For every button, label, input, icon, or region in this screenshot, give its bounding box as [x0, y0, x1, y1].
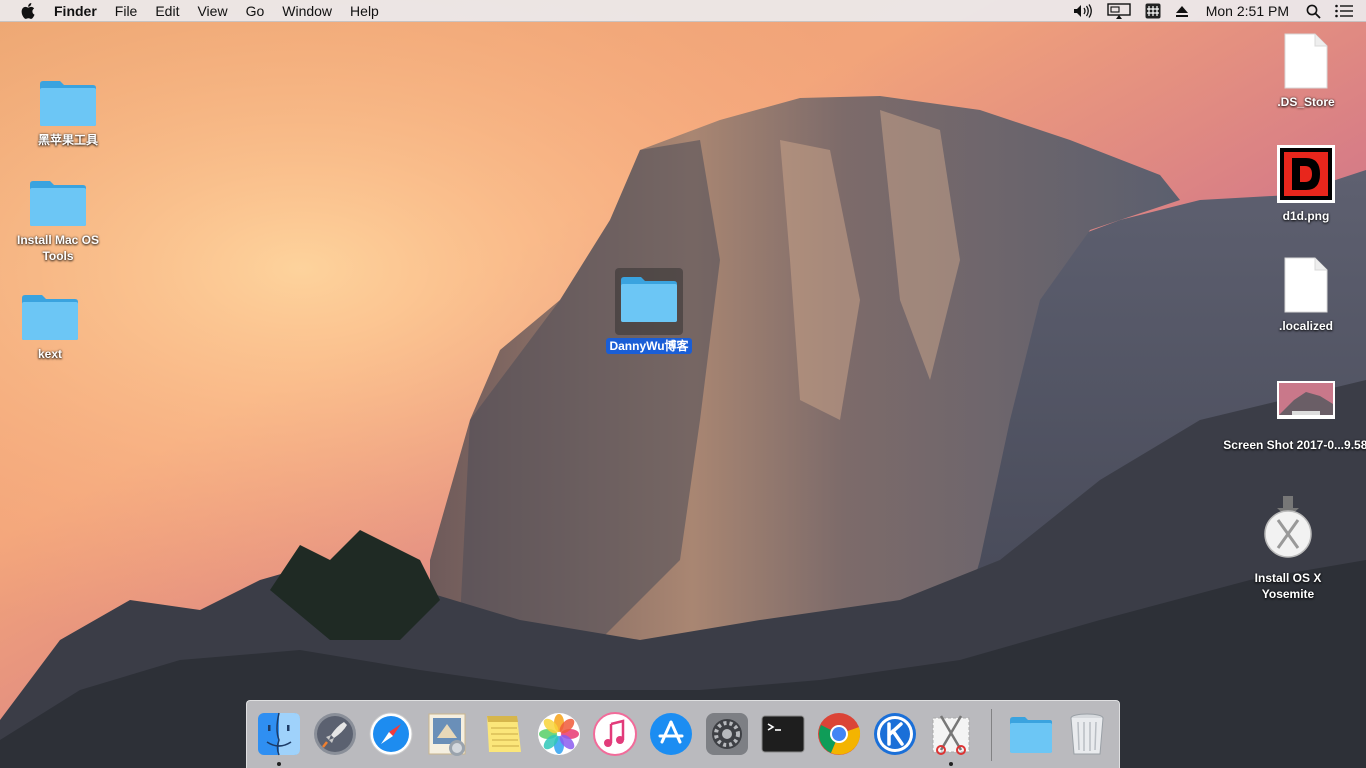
menu-bar-status-area: Mon 2:51 PM — [1066, 0, 1366, 22]
mail-dock-icon[interactable] — [423, 710, 471, 758]
selection-highlight — [615, 268, 683, 335]
eject-icon[interactable] — [1168, 0, 1196, 22]
finder-dock-icon[interactable] — [255, 710, 303, 758]
itunes-dock-icon[interactable] — [591, 710, 639, 758]
menu-edit[interactable]: Edit — [146, 0, 188, 22]
dock-separator — [991, 709, 992, 761]
folder-icon — [22, 295, 78, 340]
desktop-file-d1d-png[interactable]: d1d.png — [1256, 144, 1356, 224]
airplay-display-icon[interactable] — [1100, 0, 1138, 22]
app-store-dock-icon[interactable] — [647, 710, 695, 758]
photos-dock-icon[interactable] — [535, 710, 583, 758]
safari-dock-icon[interactable] — [367, 710, 415, 758]
launchpad-dock-icon[interactable] — [311, 710, 359, 758]
running-indicator — [277, 762, 281, 766]
trash-dock-icon[interactable] — [1063, 710, 1111, 758]
desktop-folder-hackintosh-tools[interactable]: 黑苹果工具 — [28, 78, 108, 148]
desktop-item-label: kext — [37, 347, 63, 361]
scissors-tool-dock-icon[interactable] — [927, 710, 975, 758]
desktop-file-screenshot[interactable]: Screen Shot 2017-0...9.58 PM — [1223, 380, 1366, 453]
desktop-folder-dannywu-blog[interactable]: DannyWu博客 — [604, 268, 694, 354]
k-app-dock-icon[interactable] — [871, 710, 919, 758]
menu-bar-clock[interactable]: Mon 2:51 PM — [1196, 3, 1299, 19]
image-thumbnail-icon — [1277, 145, 1335, 203]
running-indicator — [949, 762, 953, 766]
apple-menu-icon[interactable] — [8, 0, 48, 22]
notification-center-icon[interactable] — [1328, 0, 1360, 22]
desktop-item-label: Install OS X Yosemite — [1254, 571, 1322, 601]
menu-view[interactable]: View — [188, 0, 236, 22]
menu-go[interactable]: Go — [237, 0, 274, 22]
input-source-icon[interactable] — [1138, 0, 1168, 22]
menu-bar: Finder File Edit View Go Window Help Mon… — [0, 0, 1366, 22]
spotlight-search-icon[interactable] — [1299, 0, 1328, 22]
desktop-item-label: .localized — [1278, 319, 1334, 333]
menu-file[interactable]: File — [106, 0, 147, 22]
menu-help[interactable]: Help — [341, 0, 388, 22]
system-preferences-dock-icon[interactable] — [703, 710, 751, 758]
dock — [246, 700, 1120, 768]
desktop-item-label: 黑苹果工具 — [37, 133, 98, 147]
document-icon — [1284, 33, 1328, 89]
menu-finder[interactable]: Finder — [48, 0, 106, 22]
desktop-item-label: Install Mac OS Tools — [16, 233, 100, 263]
desktop-file-localized[interactable]: .localized — [1256, 256, 1356, 334]
document-icon — [1284, 257, 1328, 313]
terminal-dock-icon[interactable] — [759, 710, 807, 758]
desktop-item-label: d1d.png — [1282, 209, 1330, 223]
desktop-item-label: .DS_Store — [1277, 95, 1335, 109]
volume-icon[interactable] — [1066, 0, 1100, 22]
installer-icon — [1264, 496, 1312, 558]
desktop-file-ds-store[interactable]: .DS_Store — [1256, 32, 1356, 110]
notes-dock-icon[interactable] — [479, 710, 527, 758]
folder-stack-dock-icon[interactable] — [1007, 710, 1055, 758]
folder-icon — [621, 277, 677, 322]
desktop-app-install-os-x-yosemite[interactable]: Install OS X Yosemite — [1236, 496, 1340, 602]
desktop-folder-install-mac-os-tools[interactable]: Install Mac OS Tools — [8, 178, 108, 264]
desktop-item-label: Screen Shot 2017-0...9.58 PM — [1223, 438, 1366, 452]
screenshot-thumbnail-icon — [1277, 381, 1335, 419]
desktop-wallpaper — [0, 0, 1366, 768]
chrome-dock-icon[interactable] — [815, 710, 863, 758]
menu-window[interactable]: Window — [273, 0, 341, 22]
desktop-folder-kext[interactable]: kext — [10, 292, 90, 362]
desktop-item-label: DannyWu博客 — [606, 338, 692, 354]
folder-icon — [40, 81, 96, 126]
folder-icon — [30, 181, 86, 226]
